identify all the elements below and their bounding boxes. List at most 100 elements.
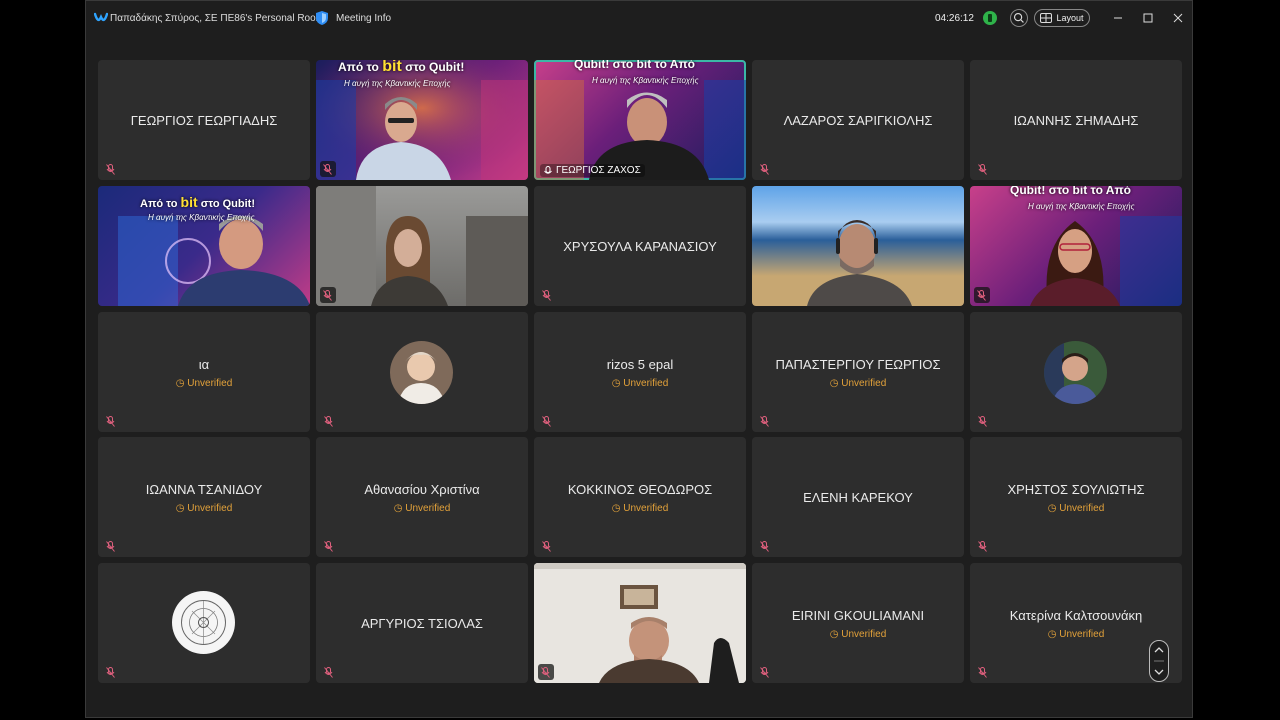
active-speaker-tile[interactable]: Qubit! στο bit το Από Η αυγή της Κβαντικ… — [534, 60, 746, 180]
muted-mic-icon[interactable] — [106, 667, 115, 678]
muted-mic-icon[interactable] — [324, 667, 333, 678]
layout-button[interactable]: Layout — [1034, 9, 1090, 27]
unverified-badge: ◷ Unverified — [829, 629, 887, 640]
participant-tile[interactable]: ΧΡΥΣΟΥΛΑ ΚΑΡΑΝΑΣΙΟΥ — [534, 186, 746, 306]
muted-mic-icon[interactable] — [760, 164, 769, 175]
banner-subtitle-mirrored: Η αυγή της Κβαντικής Εποχής — [592, 76, 699, 85]
participant-video-tile[interactable]: Από το bit στο Qubit! Η αυγή της Κβαντικ… — [98, 186, 310, 306]
mute-indicator — [538, 664, 554, 680]
participant-tile[interactable] — [98, 563, 310, 683]
participant-video-tile[interactable]: Qubit! στο bit το Από Η αυγή της Κβαντικ… — [970, 186, 1182, 306]
unverified-badge: ◷ Unverified — [829, 378, 887, 389]
participant-video-tile[interactable] — [316, 186, 528, 306]
grid-layout-icon — [1040, 13, 1053, 23]
participant-name: ΓΕΩΡΓΙΟΣ ΖΑΧΟΣ — [556, 165, 641, 176]
muted-mic-icon[interactable] — [760, 416, 769, 427]
muted-mic-icon[interactable] — [977, 290, 986, 301]
avatar — [390, 341, 453, 404]
participant-name: ΚΟΚΚΙΝΟΣ ΘΕΟΔΩΡΟΣ — [567, 482, 713, 497]
participant-tile[interactable]: ΧΡΗΣΤΟΣ ΣΟΥΛΙΩΤΗΣ ◷ Unverified — [970, 437, 1182, 557]
participant-video-tile[interactable] — [534, 563, 746, 683]
zoom-button[interactable] — [1010, 9, 1028, 27]
muted-mic-icon[interactable] — [324, 416, 333, 427]
participant-name: Αθανασίου Χριστίνα — [364, 482, 480, 497]
participant-name: ΕΛΕΝΗ ΚΑΡΕΚΟΥ — [803, 490, 913, 505]
participant-tile[interactable]: Αθανασίου Χριστίνα ◷ Unverified — [316, 437, 528, 557]
unverified-badge: ◷ Unverified — [1047, 503, 1105, 514]
speaker-label: ΓΕΩΡΓΙΟΣ ΖΑΧΟΣ — [540, 164, 645, 177]
shield-icon[interactable] — [315, 10, 329, 26]
participant-name: ΑΡΓΥΡΙΟΣ ΤΣΙΟΛΑΣ — [361, 616, 483, 631]
title-bar: Παπαδάκης Σπύρος, ΣΕ ΠΕ86's Personal Roo… — [86, 1, 1192, 37]
meeting-info-button[interactable]: Meeting Info — [336, 13, 391, 24]
muted-mic-icon[interactable] — [760, 541, 769, 552]
mute-indicator — [320, 161, 336, 177]
participant-name: ΛΑΖΑΡΟΣ ΣΑΡΙΓΚΙΟΛΗΣ — [783, 113, 933, 128]
muted-mic-icon[interactable] — [106, 541, 115, 552]
participant-tile[interactable]: ΑΡΓΥΡΙΟΣ ΤΣΙΟΛΑΣ — [316, 563, 528, 683]
muted-mic-icon[interactable] — [978, 541, 987, 552]
banner-subtitle: Η αυγή της Κβαντικής Εποχής — [148, 213, 255, 222]
participant-tile[interactable]: ΙΩΑΝΝΗΣ ΣΗΜΑΔΗΣ — [970, 60, 1182, 180]
muted-mic-icon[interactable] — [106, 164, 115, 175]
participant-tile[interactable]: ΕΛΕΝΗ ΚΑΡΕΚΟΥ — [752, 437, 964, 557]
participant-video-tile[interactable] — [752, 186, 964, 306]
video-feed — [807, 220, 912, 306]
banner-title-mirrored: Qubit! στο bit το Από — [574, 60, 695, 71]
unverified-badge: ◷ Unverified — [393, 503, 451, 514]
close-icon[interactable] — [1171, 11, 1185, 25]
participant-tile[interactable]: ια ◷ Unverified — [98, 312, 310, 432]
muted-mic-icon[interactable] — [541, 667, 550, 678]
participant-tile[interactable]: ΚΟΚΚΙΝΟΣ ΘΕΟΔΩΡΟΣ ◷ Unverified — [534, 437, 746, 557]
muted-mic-icon[interactable] — [542, 290, 551, 301]
banner-subtitle-mirrored: Η αυγή της Κβαντικής Εποχής — [1028, 202, 1135, 211]
participant-tile[interactable] — [316, 312, 528, 432]
participant-tile[interactable]: ΙΩΑΝΝΑ ΤΣΑΝΙΔΟΥ ◷ Unverified — [98, 437, 310, 557]
participant-tile[interactable] — [970, 312, 1182, 432]
connection-status-icon[interactable] — [983, 11, 997, 25]
unverified-badge: ◷ Unverified — [1047, 629, 1105, 640]
mute-indicator — [974, 287, 990, 303]
participant-name: ΙΩΑΝΝΗΣ ΣΗΜΑΔΗΣ — [1013, 113, 1139, 128]
unverified-badge: ◷ Unverified — [175, 378, 233, 389]
video-feed — [534, 563, 746, 683]
muted-mic-icon[interactable] — [542, 541, 551, 552]
maximize-icon[interactable] — [1141, 11, 1155, 25]
participant-tile[interactable]: rizos 5 epal ◷ Unverified — [534, 312, 746, 432]
mute-indicator — [320, 287, 336, 303]
minimize-icon[interactable] — [1111, 11, 1125, 25]
meeting-window: Παπαδάκης Σπύρος, ΣΕ ΠΕ86's Personal Roo… — [85, 0, 1193, 718]
participant-name: ΧΡΗΣΤΟΣ ΣΟΥΛΙΩΤΗΣ — [1007, 482, 1145, 497]
participant-tile[interactable]: ΓΕΩΡΓΙΟΣ ΓΕΩΡΓΙΑΔΗΣ — [98, 60, 310, 180]
participant-tile[interactable]: ΛΑΖΑΡΟΣ ΣΑΡΙΓΚΙΟΛΗΣ — [752, 60, 964, 180]
muted-mic-icon[interactable] — [106, 416, 115, 427]
participant-name: ια — [198, 357, 210, 372]
unverified-badge: ◷ Unverified — [175, 503, 233, 514]
layout-label: Layout — [1056, 13, 1084, 23]
muted-mic-icon[interactable] — [978, 416, 987, 427]
participant-tile[interactable]: ΠΑΠΑΣΤΕΡΓΙΟΥ ΓΕΩΡΓΙΟΣ ◷ Unverified — [752, 312, 964, 432]
participant-video-tile[interactable]: Από το bit στο Qubit! Η αυγή της Κβαντικ… — [316, 60, 528, 180]
muted-mic-icon[interactable] — [324, 541, 333, 552]
muted-mic-icon[interactable] — [760, 667, 769, 678]
meeting-timer: 04:26:12 — [935, 13, 974, 24]
muted-mic-icon[interactable] — [978, 164, 987, 175]
video-feed — [316, 186, 528, 306]
avatar — [172, 591, 235, 654]
grid-pager[interactable] — [1149, 640, 1169, 682]
participant-name: ΧΡΥΣΟΥΛΑ ΚΑΡΑΝΑΣΙΟΥ — [563, 239, 717, 254]
room-title: Παπαδάκης Σπύρος, ΣΕ ΠΕ86's Personal Roo… — [110, 13, 324, 24]
muted-mic-icon[interactable] — [978, 667, 987, 678]
unverified-badge: ◷ Unverified — [611, 503, 669, 514]
pager-arrows-icon — [1154, 647, 1164, 675]
video-feed — [316, 60, 528, 180]
participant-tile[interactable]: EIRINI GKOULIAMANI ◷ Unverified — [752, 563, 964, 683]
banner-title: Από το bit στο Qubit! — [338, 60, 465, 75]
avatar — [1044, 341, 1107, 404]
muted-mic-icon[interactable] — [323, 290, 332, 301]
banner-subtitle: Η αυγή της Κβαντικής Εποχής — [344, 79, 451, 88]
participant-name: Κατερίνα Καλτσουνάκη — [1009, 608, 1143, 623]
muted-mic-icon[interactable] — [542, 416, 551, 427]
banner-title-mirrored: Qubit! στο bit το Από — [1010, 186, 1131, 197]
muted-mic-icon[interactable] — [323, 164, 332, 175]
